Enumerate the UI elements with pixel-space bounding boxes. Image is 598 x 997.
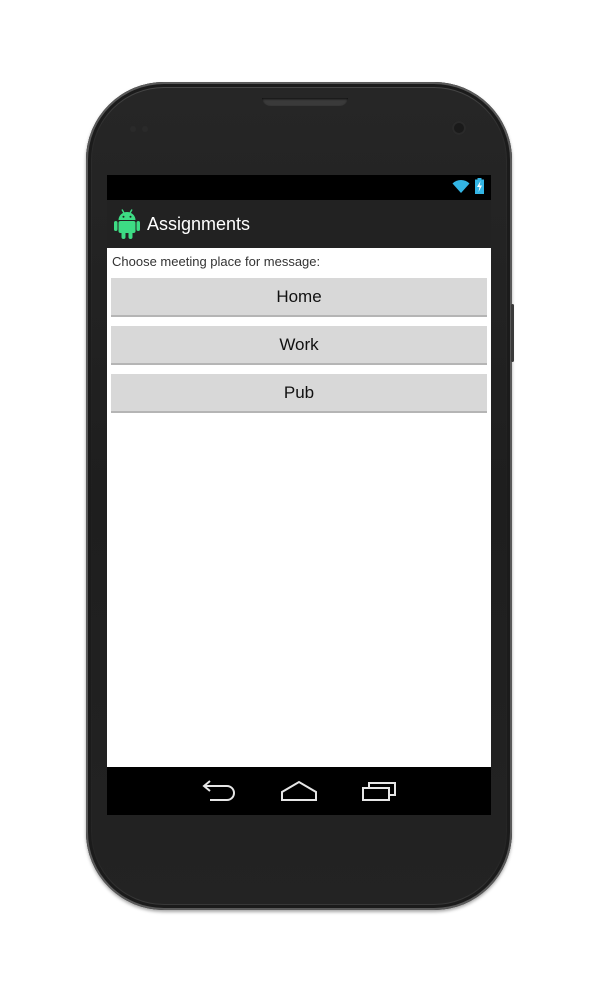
pub-button[interactable]: Pub bbox=[111, 374, 487, 413]
work-button[interactable]: Work bbox=[111, 326, 487, 365]
recent-apps-icon[interactable] bbox=[361, 779, 399, 803]
android-robot-icon[interactable] bbox=[114, 208, 140, 240]
main-content: Choose meeting place for message: Home W… bbox=[107, 248, 491, 767]
front-camera bbox=[452, 121, 466, 135]
back-icon[interactable] bbox=[200, 779, 238, 803]
status-bar bbox=[107, 175, 491, 200]
home-button[interactable]: Home bbox=[111, 278, 487, 317]
home-icon[interactable] bbox=[279, 779, 319, 803]
navigation-bar bbox=[107, 767, 491, 815]
device-frame-stage: Assignments Choose meeting place for mes… bbox=[0, 0, 598, 997]
earpiece-speaker bbox=[262, 98, 348, 106]
app-title: Assignments bbox=[147, 214, 251, 234]
light-sensor bbox=[142, 126, 148, 132]
device-screen: Assignments Choose meeting place for mes… bbox=[107, 175, 491, 815]
proximity-sensor bbox=[130, 126, 136, 132]
battery-charging-icon bbox=[475, 178, 484, 194]
action-bar: Assignments bbox=[107, 200, 491, 248]
meeting-place-prompt: Choose meeting place for message: bbox=[112, 254, 321, 269]
volume-button bbox=[511, 304, 514, 362]
wifi-icon bbox=[452, 179, 470, 193]
